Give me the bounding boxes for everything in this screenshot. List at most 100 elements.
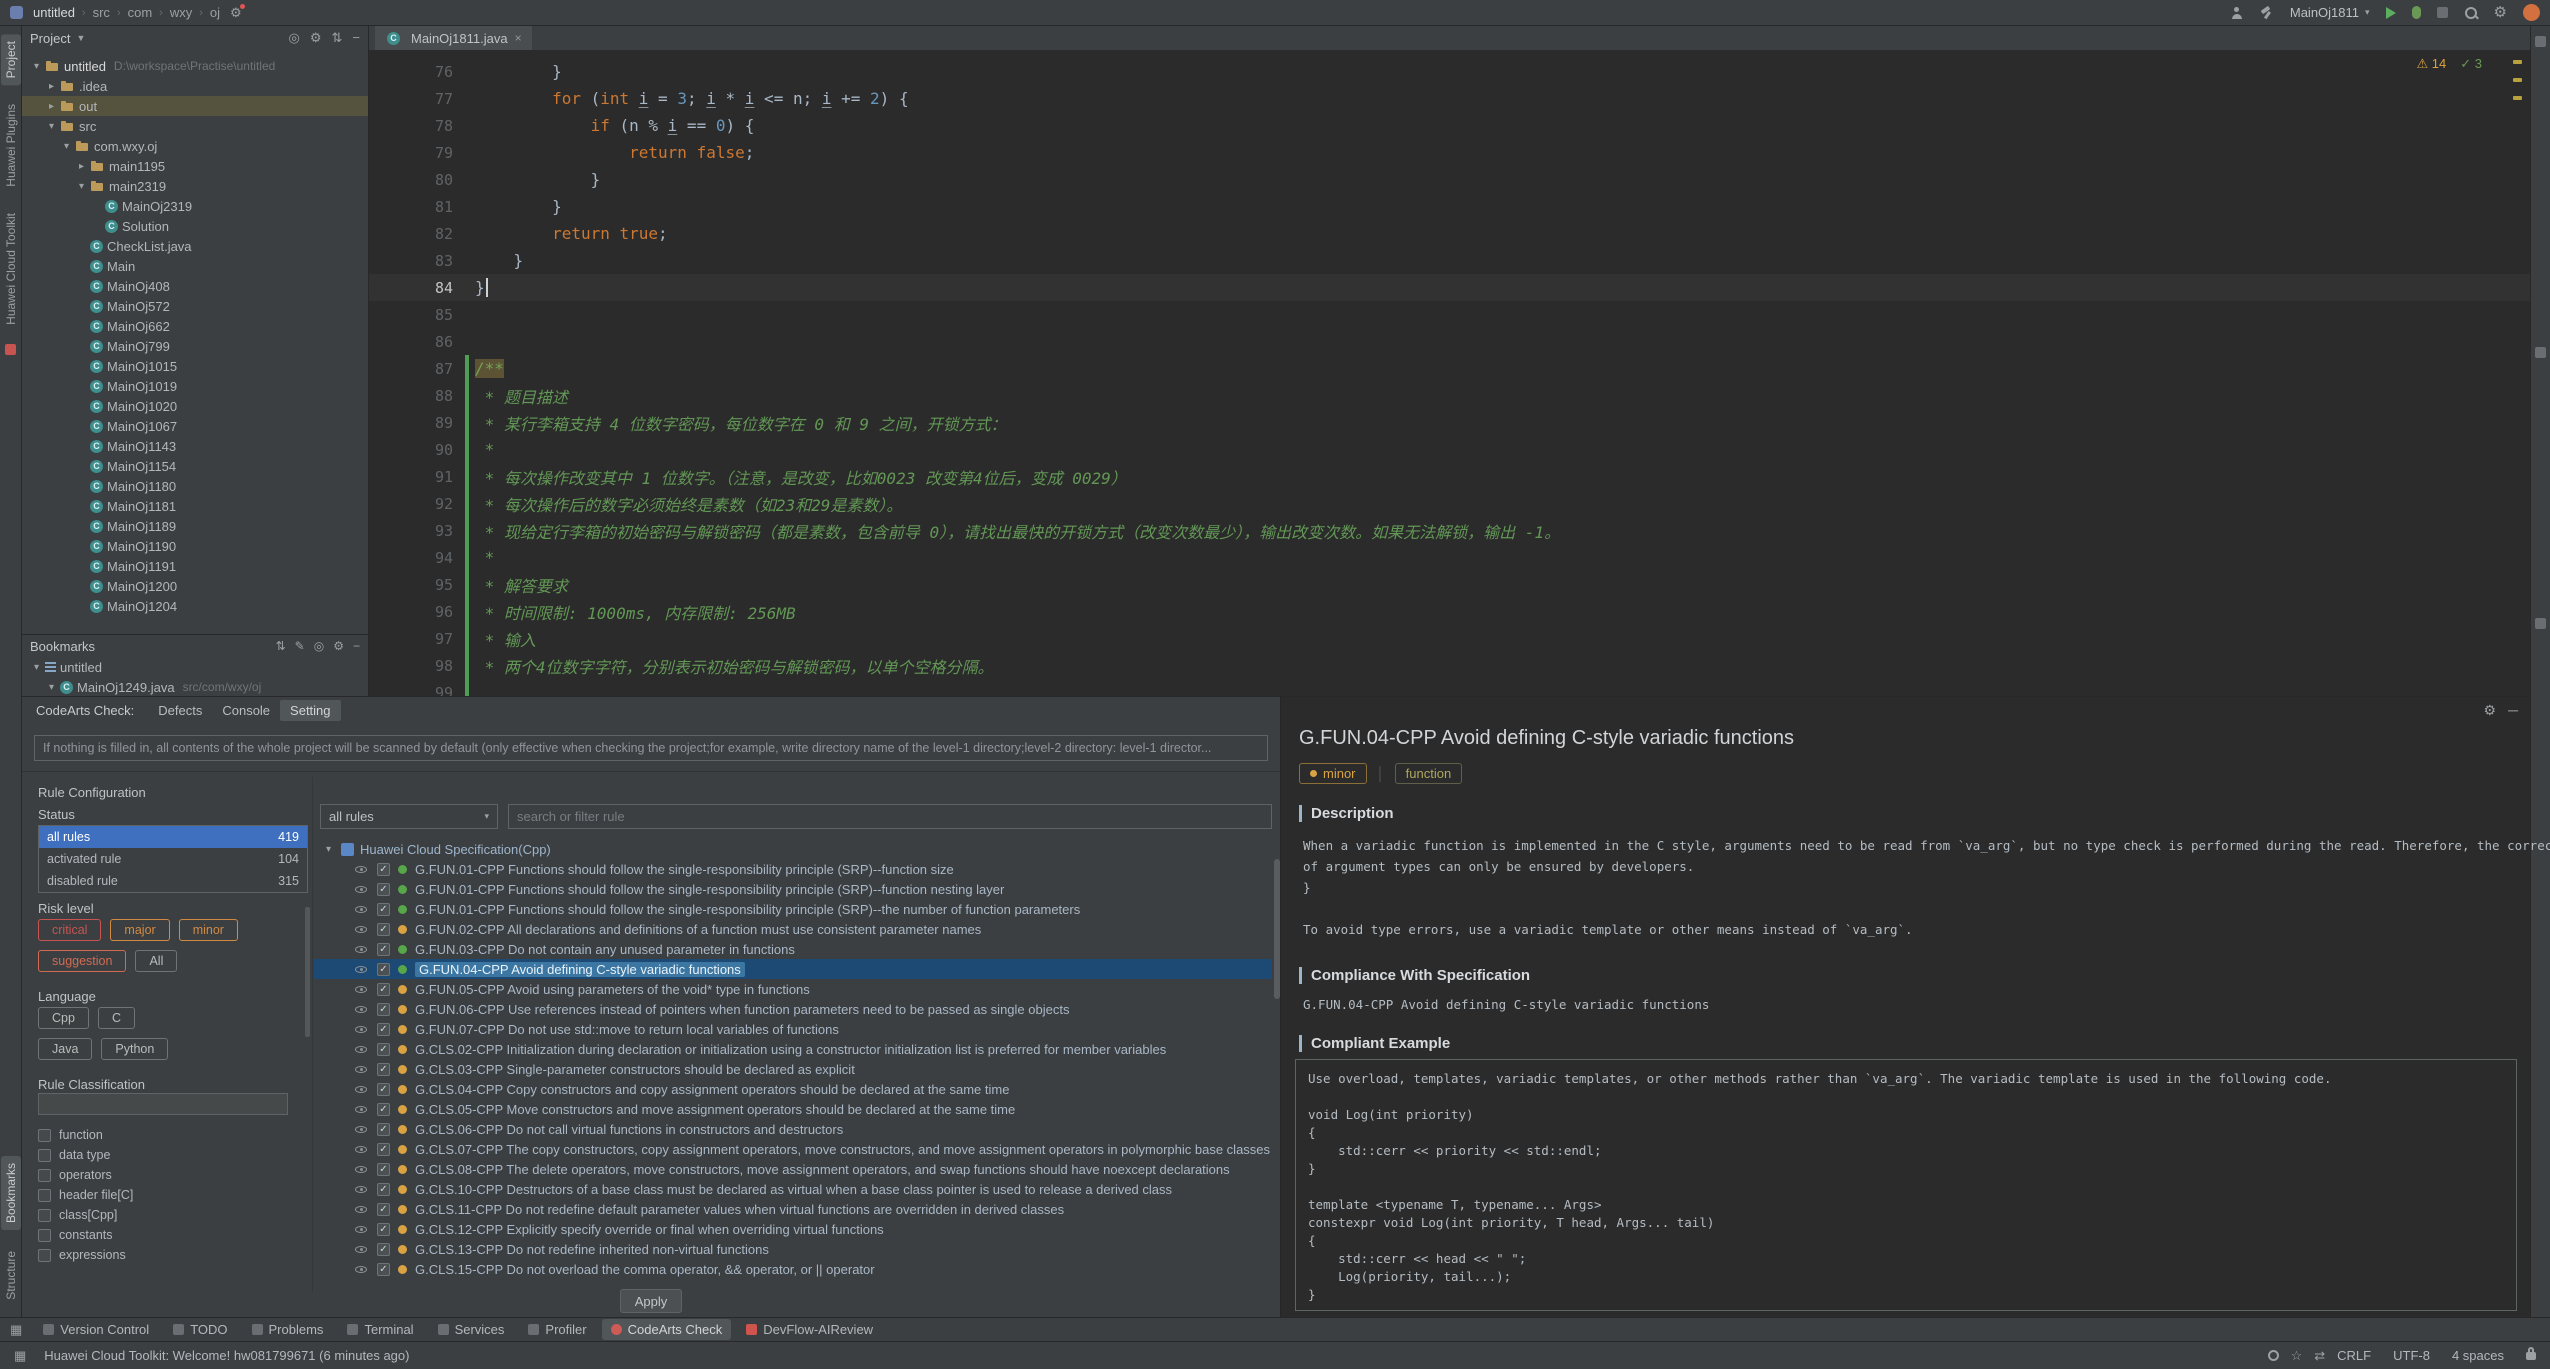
tool-button-project[interactable]: Project [1,34,21,85]
tree-item[interactable]: CMainOj1181 [22,496,368,516]
rule-row[interactable]: ✓G.CLS.07-CPP The copy constructors, cop… [314,1139,1272,1159]
tool-button-structure[interactable]: Structure [1,1244,21,1307]
code-line[interactable]: 85 [369,301,2530,328]
classification-option[interactable]: function [38,1125,133,1145]
rule-checkbox[interactable]: ✓ [377,1003,390,1016]
scrollbar[interactable] [305,907,310,1037]
expand-arrow[interactable]: ▾ [322,844,335,855]
status-filter-row[interactable]: all rules419 [39,826,307,848]
expand-arrow[interactable]: ▾ [45,121,58,132]
checkbox[interactable] [38,1149,51,1162]
hide-panel-icon[interactable]: − [352,30,360,46]
tool-button-huawei-cloud-toolkit[interactable]: Huawei Cloud Toolkit [1,206,21,332]
classification-option[interactable]: operators [38,1165,133,1185]
tool-window-button-profiler[interactable]: Profiler [519,1319,595,1340]
run-button[interactable] [2386,7,2396,19]
status-filter-row[interactable]: disabled rule315 [39,870,307,892]
tree-item[interactable]: CMainOj1067 [22,416,368,436]
classification-option[interactable]: header file[C] [38,1185,133,1205]
gear-icon[interactable]: ⚙ [333,639,344,653]
search-everywhere-icon[interactable] [2464,6,2478,20]
rule-row[interactable]: ✓G.CLS.12-CPP Explicitly specify overrid… [314,1219,1272,1239]
breadcrumb-item[interactable]: untitled [33,5,75,20]
sort-icon[interactable]: ⇅ [276,639,286,653]
rule-checkbox[interactable]: ✓ [377,903,390,916]
run-configuration-select[interactable]: MainOj1811 ▾ [2290,5,2370,20]
code-line[interactable]: 80 } [369,166,2530,193]
rule-checkbox[interactable]: ✓ [377,883,390,896]
rule-row[interactable]: ✓G.CLS.06-CPP Do not call virtual functi… [314,1119,1272,1139]
code-line[interactable]: 94 * [369,544,2530,571]
code-line[interactable]: 95 * 解答要求 [369,571,2530,598]
huawei-pin-icon[interactable] [5,344,16,355]
tree-item[interactable]: CMain [22,256,368,276]
tree-item[interactable]: ▾src [22,116,368,136]
visibility-eye-icon[interactable] [354,922,369,937]
expand-arrow[interactable]: ▸ [45,81,58,92]
visibility-eye-icon[interactable] [354,862,369,877]
status-widget[interactable]: CRLF [2337,1348,2371,1363]
code-line[interactable]: 79 return false; [369,139,2530,166]
code-line[interactable]: 93 * 现给定行李箱的初始密码与解锁密码（都是素数，包含前导 0），请找出最快… [369,517,2530,544]
expand-arrow[interactable]: ▸ [45,101,58,112]
tree-item[interactable]: ▾untitled [22,657,368,677]
language-button-java[interactable]: Java [38,1038,92,1060]
hide-panel-icon[interactable]: − [353,639,360,653]
rule-checkbox[interactable]: ✓ [377,1123,390,1136]
rule-checkbox[interactable]: ✓ [377,1223,390,1236]
notifications-icon[interactable] [2535,36,2546,47]
rule-checkbox[interactable]: ✓ [377,1023,390,1036]
tree-item[interactable]: CMainOj1019 [22,376,368,396]
rule-checkbox[interactable]: ✓ [377,1163,390,1176]
editor-tab-mainoj1811[interactable]: C MainOj1811.java × [375,26,532,50]
language-button-cpp[interactable]: Cpp [38,1007,89,1029]
gradle-icon[interactable] [2535,347,2546,358]
coverage-icon[interactable] [2437,7,2448,18]
warning-stripe-mark[interactable] [2513,60,2522,64]
code-line[interactable]: 77 for (int i = 3; i * i <= n; i += 2) { [369,85,2530,112]
gear-icon[interactable]: ⚙ [310,30,322,46]
code-line[interactable]: 97 * 输入 [369,625,2530,652]
visibility-eye-icon[interactable] [354,1122,369,1137]
visibility-eye-icon[interactable] [354,1222,369,1237]
visibility-eye-icon[interactable] [354,1002,369,1017]
rule-row[interactable]: ✓G.CLS.02-CPP Initialization during decl… [314,1039,1272,1059]
rule-row[interactable]: ✓G.CLS.15-CPP Do not overload the comma … [314,1259,1272,1279]
code-line[interactable]: 78 if (n % i == 0) { [369,112,2530,139]
classification-option[interactable]: expressions [38,1245,133,1265]
gear-icon[interactable]: ⚙ [2484,702,2497,719]
progress-icon[interactable] [2268,1350,2279,1361]
rules-filter-dropdown[interactable]: all rules ▾ [320,804,498,829]
tool-window-button-todo[interactable]: TODO [164,1319,236,1340]
rule-row[interactable]: ✓G.FUN.07-CPP Do not use std::move to re… [314,1019,1272,1039]
visibility-eye-icon[interactable] [354,1182,369,1197]
rule-row[interactable]: ✓G.CLS.11-CPP Do not redefine default pa… [314,1199,1272,1219]
rule-checkbox[interactable]: ✓ [377,1143,390,1156]
tree-item[interactable]: ▸main1195 [22,156,368,176]
visibility-eye-icon[interactable] [354,1262,369,1277]
code-line[interactable]: 81 } [369,193,2530,220]
rule-checkbox[interactable]: ✓ [377,983,390,996]
tree-item[interactable]: CMainOj1015 [22,356,368,376]
sync-icon[interactable]: ⇄ [2314,1348,2325,1364]
expand-arrow[interactable]: ▾ [60,141,73,152]
visibility-eye-icon[interactable] [354,1202,369,1217]
visibility-eye-icon[interactable] [354,942,369,957]
user-avatar[interactable] [2523,4,2540,21]
tree-item[interactable]: CMainOj662 [22,316,368,336]
warning-stripe-mark[interactable] [2513,78,2522,82]
tree-item[interactable]: CMainOj572 [22,296,368,316]
device-icon[interactable] [2535,618,2546,629]
code-line[interactable]: 99 [369,679,2530,696]
tab-setting[interactable]: Setting [280,700,340,721]
tree-item[interactable]: ▾CMainOj1249.javasrc/com/wxy/oj [22,677,368,696]
code-with-me-icon[interactable] [2231,7,2243,19]
tree-item[interactable]: CMainOj408 [22,276,368,296]
tool-window-button-problems[interactable]: Problems [243,1319,333,1340]
tool-window-button-devflow-aireview[interactable]: DevFlow-AIReview [737,1319,882,1340]
tree-item[interactable]: CMainOj1191 [22,556,368,576]
expand-collapse-icon[interactable]: ⇅ [332,30,343,46]
code-line[interactable]: 91 * 每次操作改变其中 1 位数字。（注意，是改变，比如0023 改变第4位… [369,463,2530,490]
tab-console[interactable]: Console [212,700,280,721]
visibility-eye-icon[interactable] [354,982,369,997]
